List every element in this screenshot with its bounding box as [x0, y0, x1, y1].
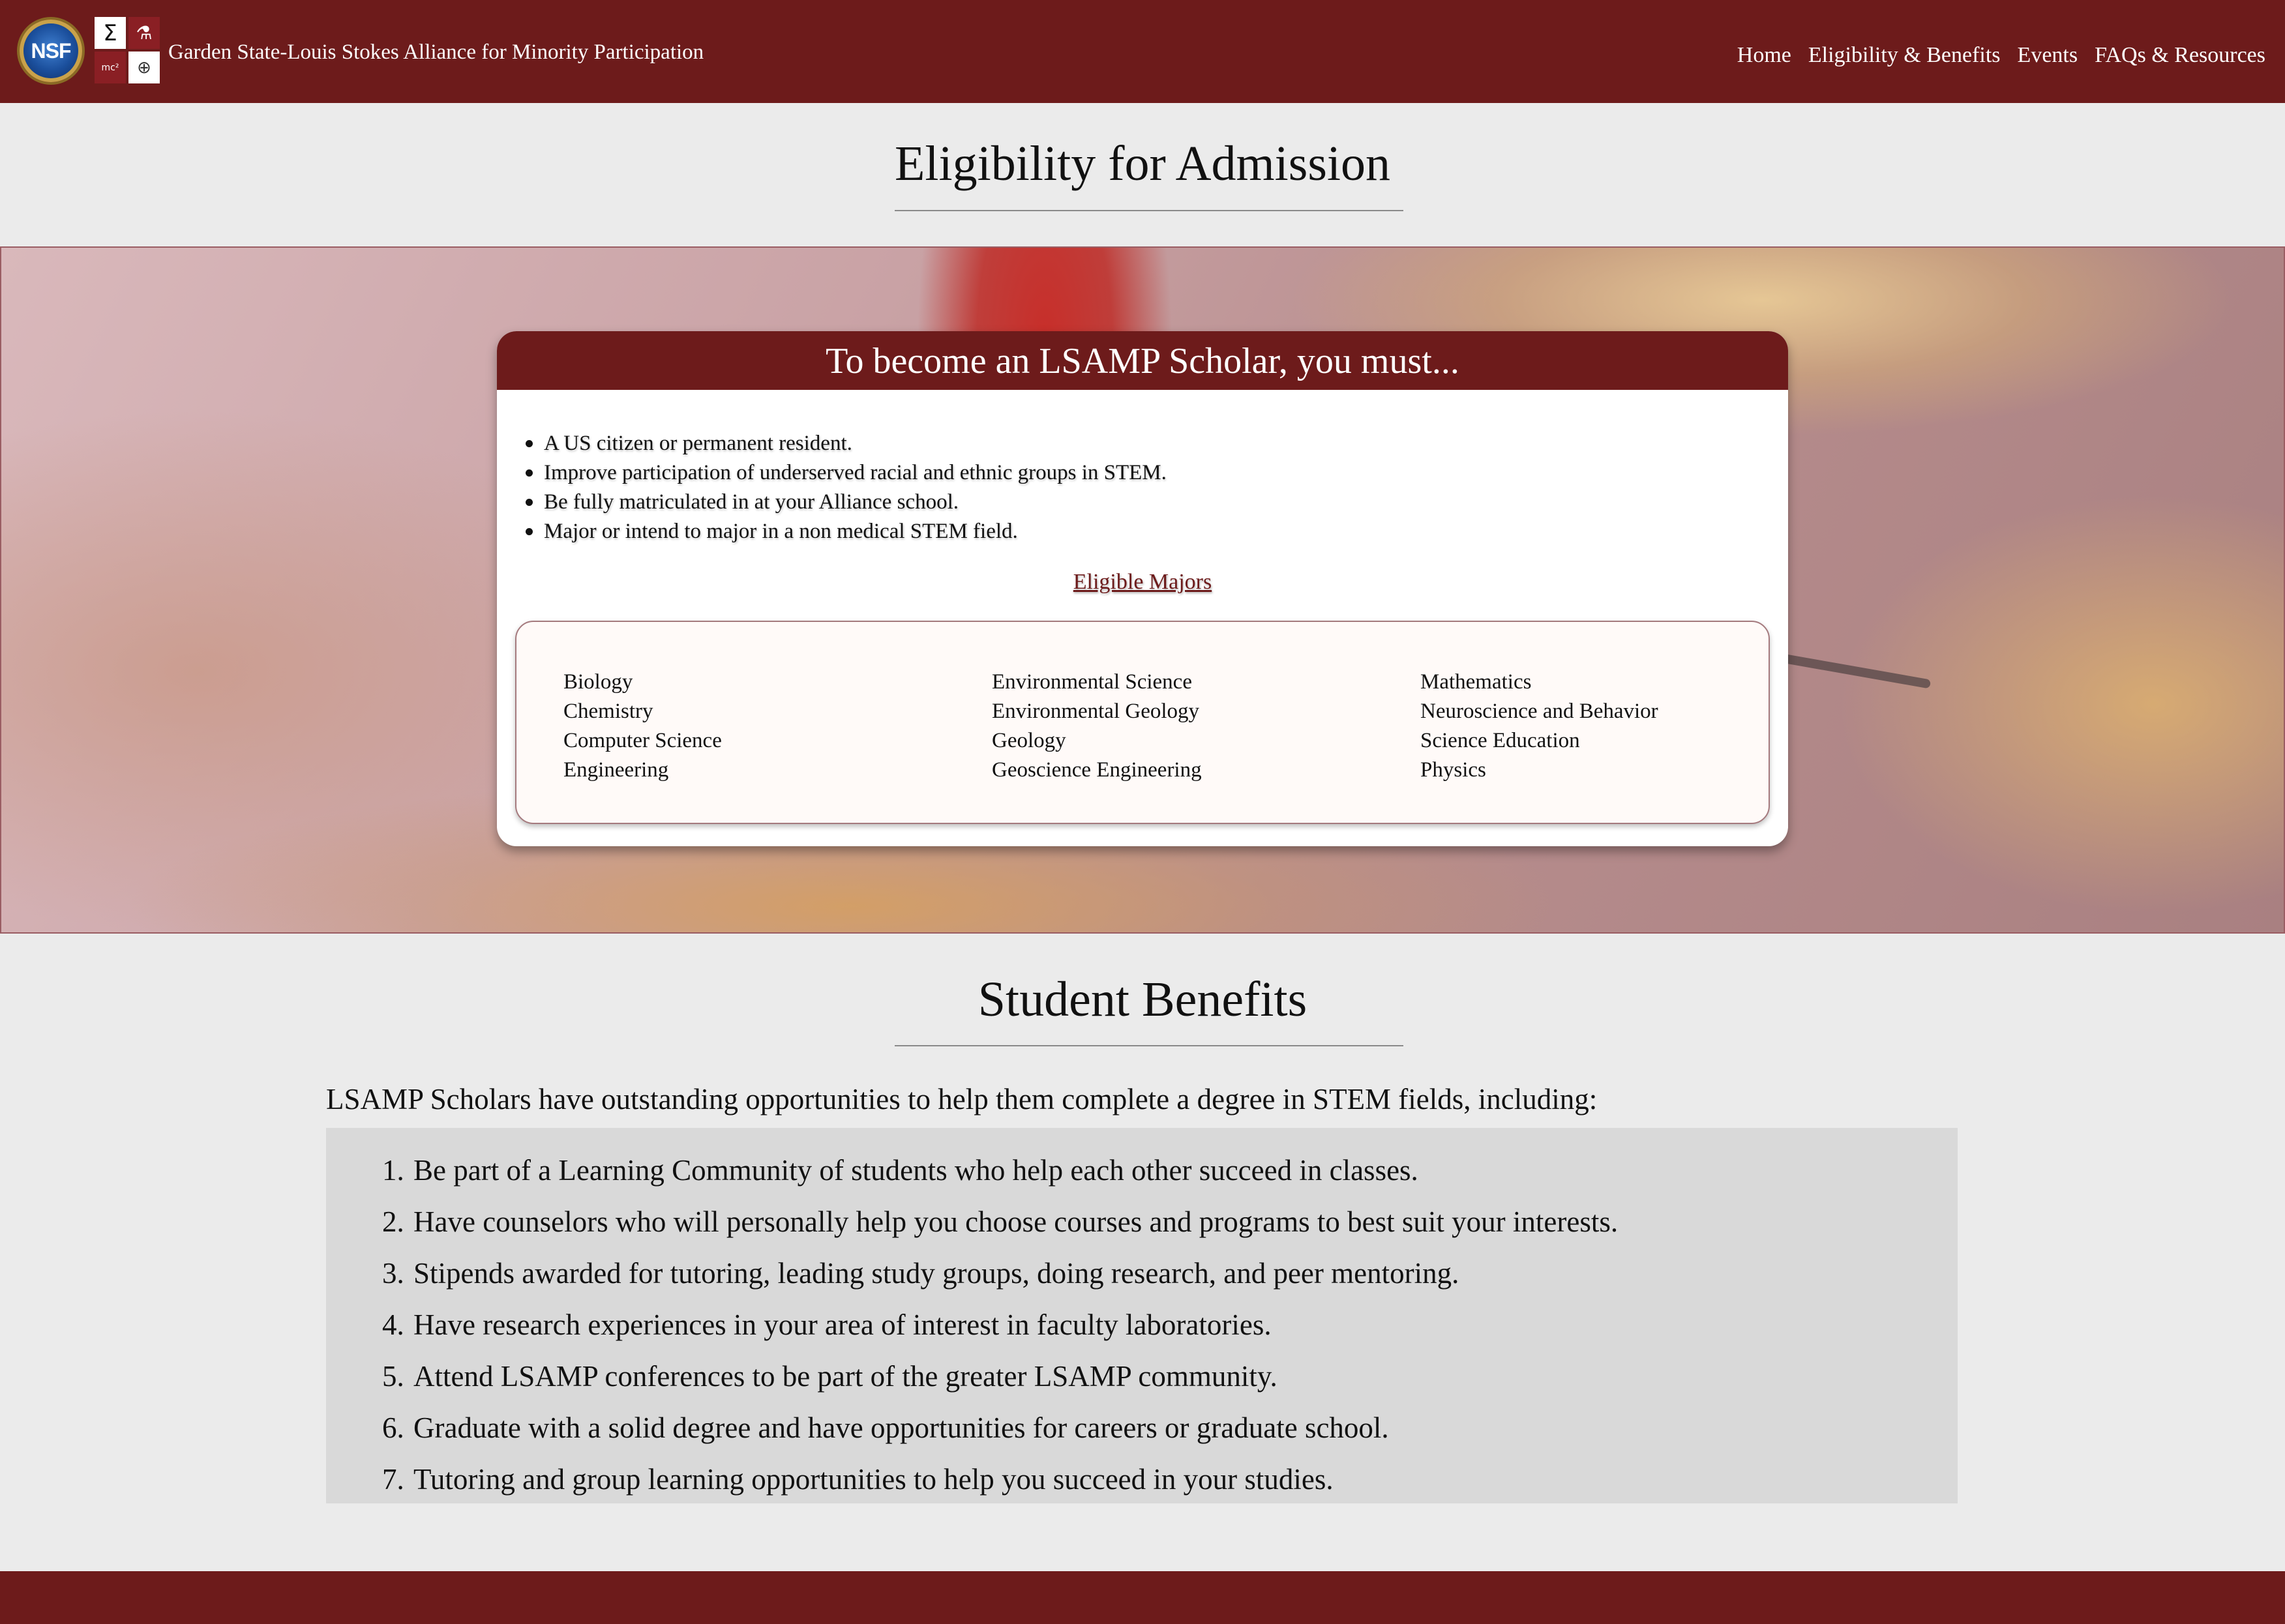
- major-item: Science Education: [1420, 729, 1580, 752]
- benefit-text: Graduate with a solid degree and have op…: [413, 1411, 1389, 1444]
- benefits-heading: Student Benefits: [978, 972, 1307, 1027]
- requirement-item: Major or intend to major in a non medica…: [523, 517, 1788, 546]
- benefit-item: 3. Stipends awarded for tutoring, leading…: [326, 1248, 1958, 1299]
- benefits-heading-divider: [895, 1045, 1403, 1046]
- major-item: Mathematics: [1420, 670, 1532, 694]
- benefit-item: 5. Attend LSAMP conferences to be part of…: [326, 1351, 1958, 1402]
- benefit-item: 4. Have research experiences in your area…: [326, 1299, 1958, 1351]
- flask-icon: ⚗: [128, 17, 160, 49]
- benefit-text: Have research experiences in your area o…: [413, 1308, 1272, 1341]
- benefit-number: 1.: [382, 1154, 404, 1187]
- eligibility-heading: Eligibility for Admission: [894, 136, 1391, 191]
- sigma-icon: Σ: [95, 17, 126, 49]
- benefits-list-box: 1. Be part of a Learning Community of stu…: [326, 1128, 1958, 1503]
- benefit-item: 6. Graduate with a solid degree and have …: [326, 1402, 1958, 1454]
- major-item: Geology: [992, 729, 1066, 752]
- benefit-number: 5.: [382, 1360, 404, 1393]
- major-item: Geoscience Engineering: [992, 758, 1202, 782]
- top-navigation-bar: NSF Σ ⚗ mc² ⊕ Garden State-Louis Stokes …: [0, 0, 2285, 103]
- eligible-majors-box: Biology Chemistry Computer Science Engin…: [515, 621, 1770, 824]
- nav-faqs-resources-link[interactable]: FAQs & Resources: [2095, 43, 2265, 68]
- majors-column: Biology Chemistry Computer Science Engin…: [563, 668, 722, 785]
- benefit-number: 6.: [382, 1411, 404, 1444]
- nav-home-link[interactable]: Home: [1737, 43, 1791, 68]
- requirements-list: A US citizen or permanent resident. Impr…: [523, 429, 1788, 546]
- benefit-item: 1. Be part of a Learning Community of stu…: [326, 1145, 1958, 1196]
- major-item: Neuroscience and Behavior: [1420, 700, 1658, 723]
- eligibility-heading-divider: [895, 210, 1403, 211]
- benefit-text: Have counselors who will personally help…: [413, 1205, 1619, 1238]
- major-item: Computer Science: [563, 729, 722, 752]
- major-item: Environmental Science: [992, 670, 1192, 694]
- nsf-logo[interactable]: NSF: [20, 20, 82, 82]
- nsf-logo-text: NSF: [31, 38, 72, 63]
- benefit-number: 7.: [382, 1463, 404, 1496]
- main-nav: Home Eligibility & Benefits Events FAQs …: [1737, 43, 2265, 68]
- requirements-card: To become an LSAMP Scholar, you must... …: [497, 331, 1788, 846]
- eligible-majors-title: Eligible Majors: [1073, 570, 1212, 594]
- benefit-text: Tutoring and group learning opportunitie…: [413, 1463, 1334, 1496]
- globe-icon: ⊕: [128, 52, 160, 83]
- benefit-item: 2. Have counselors who will personally he…: [326, 1196, 1958, 1248]
- requirement-item: Be fully matriculated in at your Allianc…: [523, 488, 1788, 517]
- major-item: Environmental Geology: [992, 700, 1200, 723]
- requirement-item: Improve participation of underserved rac…: [523, 458, 1788, 488]
- site-title[interactable]: Garden State-Louis Stokes Alliance for M…: [168, 40, 704, 65]
- benefits-list: 1. Be part of a Learning Community of stu…: [326, 1128, 1958, 1505]
- alliance-logo[interactable]: Σ ⚗ mc² ⊕: [95, 17, 160, 83]
- benefit-number: 4.: [382, 1308, 404, 1341]
- benefits-intro: LSAMP Scholars have outstanding opportun…: [326, 1083, 1598, 1115]
- majors-column: Mathematics Neuroscience and Behavior Sc…: [1420, 668, 1658, 785]
- benefit-text: Stipends awarded for tutoring, leading s…: [413, 1257, 1459, 1290]
- major-item: Physics: [1420, 758, 1486, 782]
- requirements-card-title: To become an LSAMP Scholar, you must...: [497, 331, 1788, 390]
- majors-column: Environmental Science Environmental Geol…: [992, 668, 1202, 785]
- mc2-icon: mc²: [95, 52, 126, 83]
- requirement-item: A US citizen or permanent resident.: [523, 429, 1788, 458]
- benefit-text: Attend LSAMP conferences to be part of t…: [413, 1360, 1277, 1393]
- major-item: Engineering: [563, 758, 669, 782]
- nav-eligibility-benefits-link[interactable]: Eligibility & Benefits: [1808, 43, 2001, 68]
- major-item: Chemistry: [563, 700, 653, 723]
- nav-events-link[interactable]: Events: [2018, 43, 2078, 68]
- footer-bar: [0, 1571, 2285, 1624]
- benefit-number: 2.: [382, 1205, 404, 1238]
- benefit-number: 3.: [382, 1257, 404, 1290]
- benefit-text: Be part of a Learning Community of stude…: [413, 1154, 1418, 1187]
- benefit-item: 7. Tutoring and group learning opportunit…: [326, 1454, 1958, 1505]
- major-item: Biology: [563, 670, 633, 694]
